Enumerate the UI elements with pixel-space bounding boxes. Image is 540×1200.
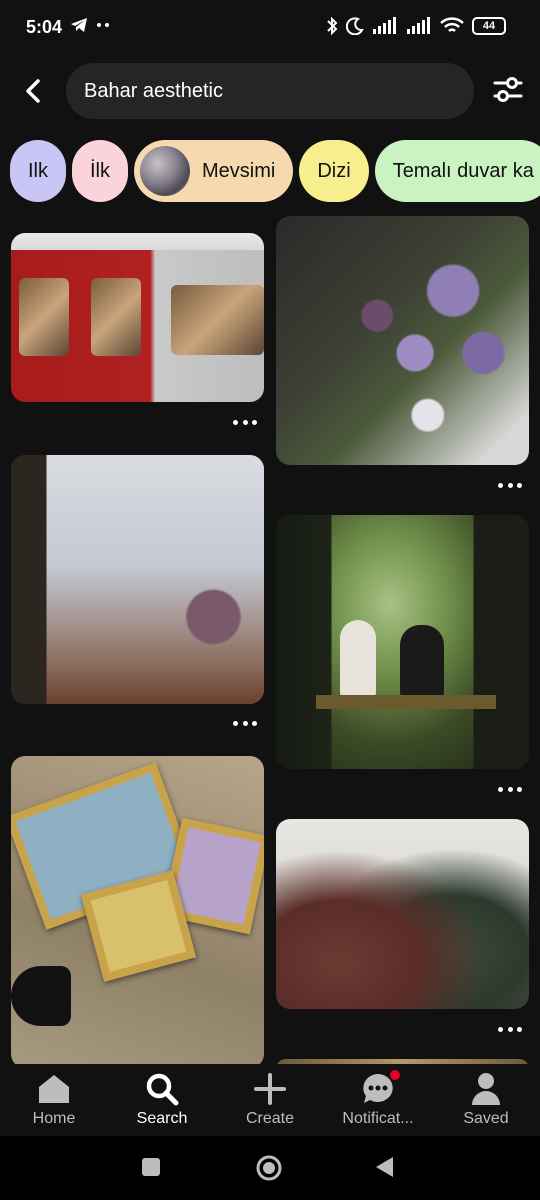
chip-temali-duvar[interactable]: Temalı duvar ka bbox=[374, 140, 540, 202]
pin-image-trees[interactable] bbox=[276, 819, 529, 1009]
back-triangle-icon[interactable] bbox=[374, 1156, 394, 1178]
dark-cat-shape bbox=[400, 625, 444, 700]
search-query-text: Bahar aesthetic bbox=[84, 79, 223, 102]
status-right-icons: 44 bbox=[326, 16, 506, 36]
nav-home[interactable]: Home bbox=[0, 1064, 108, 1136]
recents-icon[interactable] bbox=[141, 1157, 161, 1177]
nav-saved[interactable]: Saved bbox=[432, 1064, 540, 1136]
filter-button[interactable] bbox=[488, 70, 528, 110]
chip-label: Temalı duvar ka bbox=[392, 159, 534, 182]
notification-badge bbox=[390, 1070, 400, 1080]
pin-more-button[interactable] bbox=[233, 417, 257, 427]
chip-dizi[interactable]: Dizi bbox=[299, 140, 369, 202]
bottom-nav: Home Search Create Notificat... Saved bbox=[0, 1064, 540, 1136]
train-window bbox=[19, 278, 69, 356]
plus-icon bbox=[254, 1073, 286, 1105]
pin-more-button[interactable] bbox=[233, 718, 257, 728]
pin-image-train[interactable] bbox=[11, 233, 264, 402]
bluetooth-icon bbox=[327, 16, 338, 36]
train-window bbox=[171, 285, 264, 355]
pin-more-button[interactable] bbox=[498, 480, 522, 490]
pin-image-flowers[interactable] bbox=[276, 216, 529, 465]
screen: 5:04 44 Bahar aesthetic Ilk İlk Mevsimi … bbox=[0, 0, 540, 1200]
system-nav-bar bbox=[0, 1136, 540, 1200]
nav-search-label: Search bbox=[136, 1110, 188, 1127]
wifi-icon bbox=[440, 17, 464, 32]
nav-saved-label: Saved bbox=[463, 1110, 509, 1127]
pin-image-window-curtain[interactable] bbox=[11, 455, 264, 704]
battery-indicator: 44 bbox=[472, 17, 506, 35]
status-time: 5:04 bbox=[26, 17, 63, 37]
pin-more-button[interactable] bbox=[498, 784, 522, 794]
nav-notifications-label: Notificat... bbox=[342, 1110, 414, 1127]
signal-icon-2 bbox=[407, 17, 430, 34]
nav-notifications[interactable]: Notificat... bbox=[324, 1064, 432, 1136]
chip-mevsimi[interactable]: Mevsimi bbox=[134, 140, 294, 202]
chip-label: Mevsimi bbox=[202, 159, 276, 182]
chevron-left-icon bbox=[26, 79, 40, 103]
chip-ilk-2[interactable]: İlk bbox=[72, 140, 128, 202]
nav-create[interactable]: Create bbox=[216, 1064, 324, 1136]
chip-label: İlk bbox=[90, 159, 110, 182]
filter-chips: Ilk İlk Mevsimi Dizi Temalı duvar ka bbox=[10, 140, 540, 202]
chip-thumbnail bbox=[140, 146, 190, 196]
shoe-shape bbox=[11, 966, 71, 1026]
nav-create-label: Create bbox=[245, 1110, 295, 1127]
window-sill bbox=[316, 695, 496, 709]
telegram-icon bbox=[71, 18, 87, 32]
train-window bbox=[91, 278, 141, 356]
more-dots-icon bbox=[97, 23, 109, 27]
pin-image-paintings[interactable] bbox=[11, 756, 264, 1068]
white-cat-shape bbox=[340, 620, 376, 700]
home-circle-icon[interactable] bbox=[255, 1154, 283, 1182]
pin-image-cats-window[interactable] bbox=[276, 515, 529, 769]
back-button[interactable] bbox=[18, 76, 48, 106]
status-bar: 5:04 44 bbox=[0, 0, 540, 56]
search-input[interactable]: Bahar aesthetic bbox=[66, 63, 474, 119]
nav-home-label: Home bbox=[32, 1110, 76, 1127]
nav-search[interactable]: Search bbox=[108, 1064, 216, 1136]
home-icon bbox=[39, 1075, 69, 1103]
search-icon bbox=[146, 1073, 179, 1106]
person-icon bbox=[472, 1073, 500, 1105]
status-left-icons bbox=[70, 17, 112, 33]
pin-more-button[interactable] bbox=[498, 1024, 522, 1034]
sliders-icon bbox=[493, 77, 523, 102]
chip-label: Dizi bbox=[317, 159, 351, 182]
chip-label: Ilk bbox=[28, 159, 48, 182]
chip-ilk[interactable]: Ilk bbox=[10, 140, 66, 202]
moon-icon bbox=[346, 17, 364, 35]
signal-icon bbox=[373, 17, 396, 34]
